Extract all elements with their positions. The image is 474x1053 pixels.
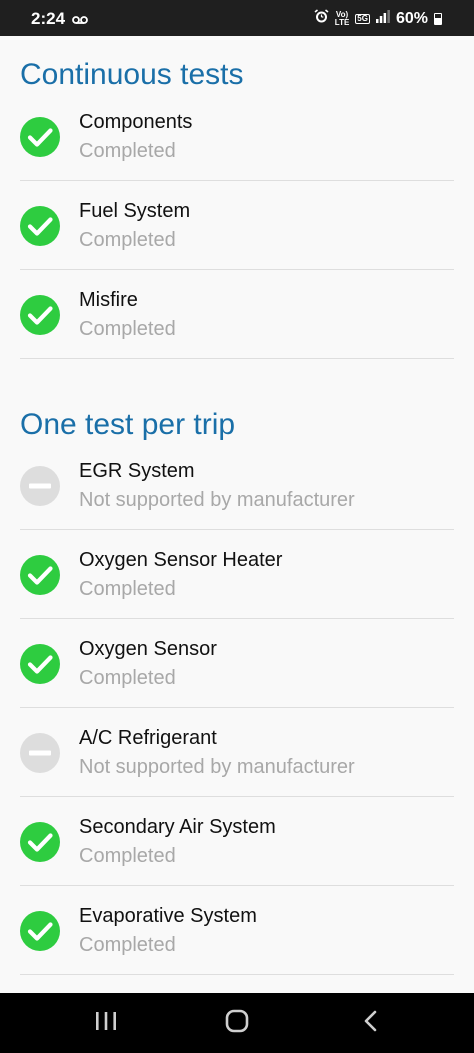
navigation-bar bbox=[0, 993, 474, 1053]
divider bbox=[20, 358, 454, 359]
check-circle-icon bbox=[20, 911, 60, 951]
item-name: Evaporative System bbox=[79, 905, 257, 927]
network-label: 5G bbox=[357, 14, 368, 23]
section-title-per-trip: One test per trip bbox=[20, 408, 236, 441]
item-name: Oxygen Sensor bbox=[79, 638, 217, 660]
not-supported-icon bbox=[20, 466, 60, 506]
check-circle-icon bbox=[20, 644, 60, 684]
divider bbox=[20, 974, 454, 975]
battery-percent: 60% bbox=[395, 10, 428, 27]
list-item[interactable]: Oxygen Sensor Heater Completed bbox=[0, 530, 474, 619]
list-item[interactable]: A/C Refrigerant Not supported by manufac… bbox=[0, 708, 474, 797]
home-button[interactable] bbox=[207, 993, 267, 1053]
item-name: Misfire bbox=[79, 289, 138, 311]
item-status: Not supported by manufacturer bbox=[79, 756, 355, 778]
item-name: A/C Refrigerant bbox=[79, 727, 217, 749]
status-time: 2:24 bbox=[31, 9, 66, 28]
list-item[interactable]: Components Completed bbox=[0, 92, 474, 181]
check-circle-icon bbox=[20, 555, 60, 595]
item-status: Completed bbox=[79, 318, 176, 340]
voicemail-icon bbox=[72, 12, 88, 30]
check-circle-icon bbox=[20, 117, 60, 157]
list-item[interactable]: Misfire Completed bbox=[0, 270, 474, 359]
recent-apps-button[interactable] bbox=[76, 993, 136, 1053]
item-status: Completed bbox=[79, 229, 176, 251]
back-button[interactable] bbox=[341, 993, 401, 1053]
list-item[interactable]: Oxygen Sensor Completed bbox=[0, 619, 474, 708]
battery-icon bbox=[434, 13, 442, 25]
alarm-icon bbox=[314, 9, 329, 29]
item-status: Completed bbox=[79, 140, 176, 162]
network-indicator: 5G bbox=[355, 14, 370, 24]
section-title-continuous: Continuous tests bbox=[20, 58, 244, 91]
item-status: Completed bbox=[79, 934, 176, 956]
status-bar: 2:24 Vo) LTE 5G 60% bbox=[0, 0, 474, 36]
item-name: Secondary Air System bbox=[79, 816, 276, 838]
item-status: Completed bbox=[79, 578, 176, 600]
check-circle-icon bbox=[20, 822, 60, 862]
item-name: Components bbox=[79, 111, 193, 133]
list-item[interactable]: Evaporative System Completed bbox=[0, 886, 474, 975]
item-name: Oxygen Sensor Heater bbox=[79, 549, 283, 571]
item-status: Completed bbox=[79, 667, 176, 689]
signal-icon bbox=[375, 10, 390, 28]
item-status: Completed bbox=[79, 845, 176, 867]
lte-label: LTE bbox=[334, 18, 350, 27]
list-item[interactable]: Fuel System Completed bbox=[0, 181, 474, 270]
list-item[interactable]: EGR System Not supported by manufacturer bbox=[0, 441, 474, 530]
check-circle-icon bbox=[20, 206, 60, 246]
back-icon bbox=[363, 1010, 379, 1037]
not-supported-icon bbox=[20, 733, 60, 773]
list-item[interactable]: Secondary Air System Completed bbox=[0, 797, 474, 886]
item-name: EGR System bbox=[79, 460, 195, 482]
home-icon bbox=[225, 1009, 249, 1038]
check-circle-icon bbox=[20, 295, 60, 335]
recent-apps-icon bbox=[95, 1011, 117, 1036]
item-status: Not supported by manufacturer bbox=[79, 489, 355, 511]
volte-indicator: Vo) LTE bbox=[335, 11, 350, 27]
item-name: Fuel System bbox=[79, 200, 191, 222]
